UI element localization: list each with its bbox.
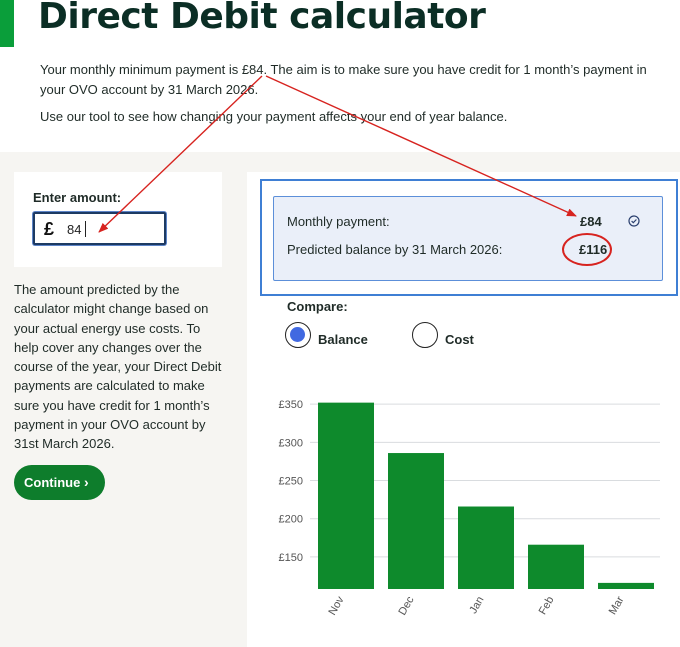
balance-bar-chart: £150 £200 £250 £300 £350 Nov Dec Jan Feb Mar xyxy=(279,399,660,617)
continue-label: Continue xyxy=(24,475,81,490)
radio-selected-dot xyxy=(290,327,305,342)
brand-accent-strip xyxy=(0,0,14,47)
balance-radio[interactable] xyxy=(285,322,311,348)
x-tick-label: Feb xyxy=(537,595,557,617)
intro-instruction: Use our tool to see how changing your pa… xyxy=(40,109,508,124)
amount-input[interactable] xyxy=(67,220,157,238)
y-tick-label: £300 xyxy=(279,437,303,449)
cost-radio-label[interactable]: Cost xyxy=(445,332,474,347)
y-tick-label: £250 xyxy=(279,476,303,488)
text-caret xyxy=(85,221,86,237)
amount-label: Enter amount: xyxy=(33,190,122,205)
amount-field[interactable]: £ xyxy=(33,212,166,245)
amount-card: Enter amount: £ xyxy=(14,172,222,267)
x-tick-label: Dec xyxy=(396,594,416,617)
bar-mar[interactable] xyxy=(598,582,654,589)
compare-label: Compare: xyxy=(287,299,348,314)
annotation-circle xyxy=(562,233,612,266)
currency-symbol: £ xyxy=(44,219,55,239)
continue-button[interactable]: Continue › xyxy=(14,465,105,500)
chevron-right-icon: › xyxy=(84,474,89,490)
bar-jan[interactable] xyxy=(458,506,514,589)
annotation-highlight-box xyxy=(260,179,678,296)
x-tick-label: Mar xyxy=(607,594,627,617)
y-tick-label: £350 xyxy=(279,399,303,411)
bar-dec[interactable] xyxy=(388,453,444,589)
balance-radio-label[interactable]: Balance xyxy=(318,332,368,347)
calculator-note: The amount predicted by the calculator m… xyxy=(14,282,222,452)
page-header: Direct Debit calculator Your monthly min… xyxy=(0,0,680,152)
page-title: Direct Debit calculator xyxy=(38,0,486,37)
x-tick-label: Jan xyxy=(467,595,486,616)
y-tick-label: £150 xyxy=(279,552,303,564)
cost-radio[interactable] xyxy=(412,322,438,348)
y-tick-label: £200 xyxy=(279,514,303,526)
bar-feb[interactable] xyxy=(528,544,584,589)
x-tick-label: Nov xyxy=(326,594,346,617)
bar-nov[interactable] xyxy=(318,402,374,589)
intro-text: Your monthly minimum payment is £84. The… xyxy=(40,62,647,97)
